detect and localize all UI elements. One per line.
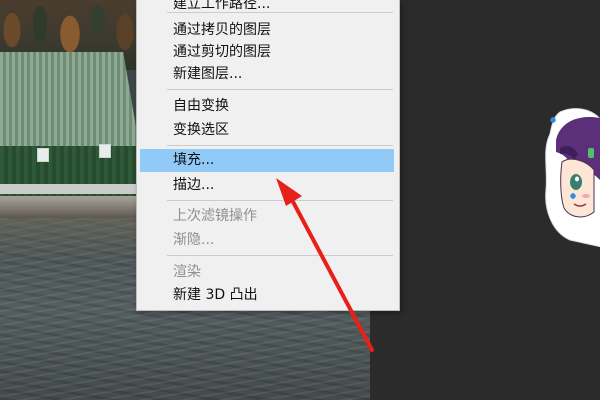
menu-item-new-3d-extrusion[interactable]: 新建 3D 凸出 <box>137 284 399 306</box>
menu-item-new-layer[interactable]: 新建图层... <box>137 63 399 85</box>
menu-item-last-filter: 上次滤镜操作 <box>173 208 257 224</box>
house-roof <box>0 52 140 150</box>
menu-separator <box>167 89 393 90</box>
menu-item-stroke[interactable]: 描边... <box>137 174 399 196</box>
context-menu: 建立工作路径... 通过拷贝的图层 通过剪切的图层 新建图层... 自由变换 变… <box>136 0 400 311</box>
menu-separator <box>167 255 393 256</box>
menu-item-free-transform[interactable]: 自由变换 <box>137 95 399 117</box>
menu-item-transform-selection[interactable]: 变换选区 <box>137 119 399 141</box>
menu-item-fill[interactable]: 填充... <box>140 149 394 172</box>
menu-item-layer-via-copy[interactable]: 通过拷贝的图层 <box>137 19 399 41</box>
boat-dock <box>0 196 136 218</box>
menu-item-fade: 渐隐... <box>173 232 215 248</box>
menu-item-render: 渲染 <box>173 264 201 280</box>
house-trim <box>0 184 136 194</box>
house-window <box>99 144 111 158</box>
menu-separator <box>167 200 393 201</box>
menu-separator <box>167 12 393 13</box>
house-window <box>37 148 49 162</box>
water-reflection <box>0 218 140 258</box>
anime-character-sticker-icon <box>545 108 600 248</box>
menu-item-layer-via-cut[interactable]: 通过剪切的图层 <box>137 41 399 63</box>
menu-separator <box>167 145 393 146</box>
